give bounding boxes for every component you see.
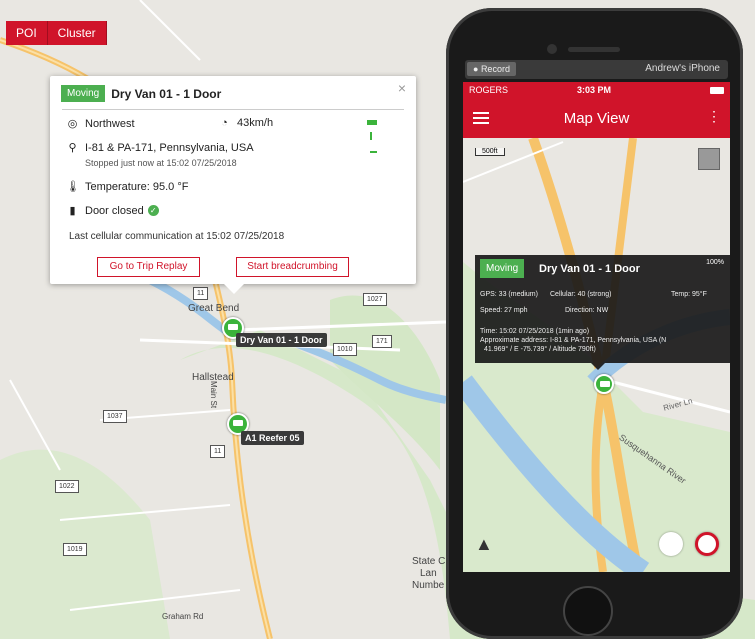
vehicle-label[interactable]: Dry Van 01 - 1 Door [236,333,327,347]
stopped-text: Stopped just now at 15:02 07/25/2018 [85,158,237,168]
route-shield: 1022 [55,480,79,493]
status-badge: Moving [480,259,525,278]
address-value: I-81 & PA-171, Pennsylvania, USA [85,141,254,154]
direction-text: Direction: NW [565,307,609,314]
speaker-grille [568,47,620,52]
clock: 3:03 PM [577,85,612,95]
app-title: Map View [563,110,630,127]
vehicle-pin[interactable] [594,374,614,394]
direction-value: Northwest [85,117,135,130]
place-great-bend: Great Bend [188,303,240,314]
popup-header: Moving Dry Van 01 - 1 Door [61,85,221,102]
device-name: Andrew's iPhone [645,63,720,74]
app-navbar: Map View ⋮ [463,100,730,138]
lifebuoy-icon[interactable] [695,532,719,556]
map-toolbar: POI Cluster [6,21,107,45]
address-line-2: 41.969° / E -75.739° / Altitude 790ft) [484,346,596,353]
check-icon: ✓ [147,205,159,216]
layers-icon[interactable] [698,148,720,170]
compass-icon: ◎ [67,118,78,130]
trip-replay-button[interactable]: Go to Trip Replay [97,257,200,277]
popup-title: Dry Van 01 - 1 Door [539,263,640,275]
popup-title: Dry Van 01 - 1 Door [111,86,222,101]
route-shield: 1019 [63,543,87,556]
battery-level: 100% [706,259,724,266]
speedometer-icon: ◔ [221,117,228,129]
carrier: ROGERS [469,85,509,95]
gps-text: GPS: 33 (medium) [480,291,538,298]
record-label: Record [480,64,510,74]
signal-icon [370,132,377,140]
route-shield: 171 [372,335,392,348]
phone-vehicle-popup: Moving Dry Van 01 - 1 Door 100% GPS: 33 … [475,255,730,370]
battery-icon [710,87,724,94]
last-comm-text: Last cellular communication at 15:02 07/… [69,231,285,242]
route-shield: 1027 [363,293,387,306]
route-shield: 11 [210,445,226,458]
navigation-arrow-icon[interactable]: ▲ [475,534,493,555]
phone-screen: ROGERS 3:03 PM Map View ⋮ 500ft Moving D… [463,82,730,572]
record-button[interactable]: ● Record [467,62,516,76]
record-bar: ● Record Andrew's iPhone [465,60,728,79]
close-icon[interactable]: × [398,80,406,96]
temp-text: Temp: 95°F [671,291,707,298]
scale-bar: 500ft [475,148,505,156]
door-value: Door closed [85,204,144,217]
status-bar: ROGERS 3:03 PM [463,82,730,100]
vehicle-popup: Moving Dry Van 01 - 1 Door × ◎ Northwest… [50,76,416,294]
route-shield: 1037 [103,410,127,423]
route-shield: 1010 [333,343,357,356]
camera-icon [547,44,557,54]
place-land: Lan [420,568,437,579]
place-numbe: Numbe [412,580,445,591]
divider [62,109,404,110]
place-state-land: State C [412,556,446,567]
home-button[interactable] [563,586,613,636]
poi-button[interactable]: POI [6,21,48,45]
place-graham-rd: Graham Rd [162,612,204,621]
thermometer-icon: 🌡 [66,181,80,193]
place-main-st: Main St [209,380,219,409]
battery-icon [367,120,377,125]
address-row: ⚲ I-81 & PA-171, Pennsylvania, USA [66,141,254,155]
speed-row: ◔ 43km/h [218,117,273,129]
temperature-value: Temperature: 95.0 °F [85,180,189,193]
temperature-row: 🌡 Temperature: 95.0 °F [66,180,189,194]
speed-value: 43km/h [237,117,274,129]
breadcrumbing-button[interactable]: Start breadcrumbing [236,257,349,277]
cellular-text: Cellular: 40 (strong) [550,291,612,298]
location-pin-icon: ⚲ [68,142,77,154]
address-line-1: Approximate address: I-81 & PA-171, Penn… [480,337,667,344]
direction-row: ◎ Northwest [66,117,135,131]
broadcast-icon[interactable] [659,532,683,556]
cluster-button[interactable]: Cluster [47,21,107,45]
cell-bars-icon [370,145,377,153]
time-text: Time: 15:02 07/25/2018 (1min ago) [480,328,590,335]
door-row: ▮ Door closed ✓ [66,204,159,217]
speed-text: Speed: 27 mph [480,307,528,314]
phone-frame: ● Record Andrew's iPhone ROGERS 3:03 PM … [446,8,743,639]
status-badge: Moving [61,85,106,102]
more-icon[interactable]: ⋮ [707,108,721,125]
vehicle-label[interactable]: A1 Reefer 05 [241,431,304,445]
route-shield: 11 [193,287,209,300]
door-icon: ▮ [69,205,76,217]
